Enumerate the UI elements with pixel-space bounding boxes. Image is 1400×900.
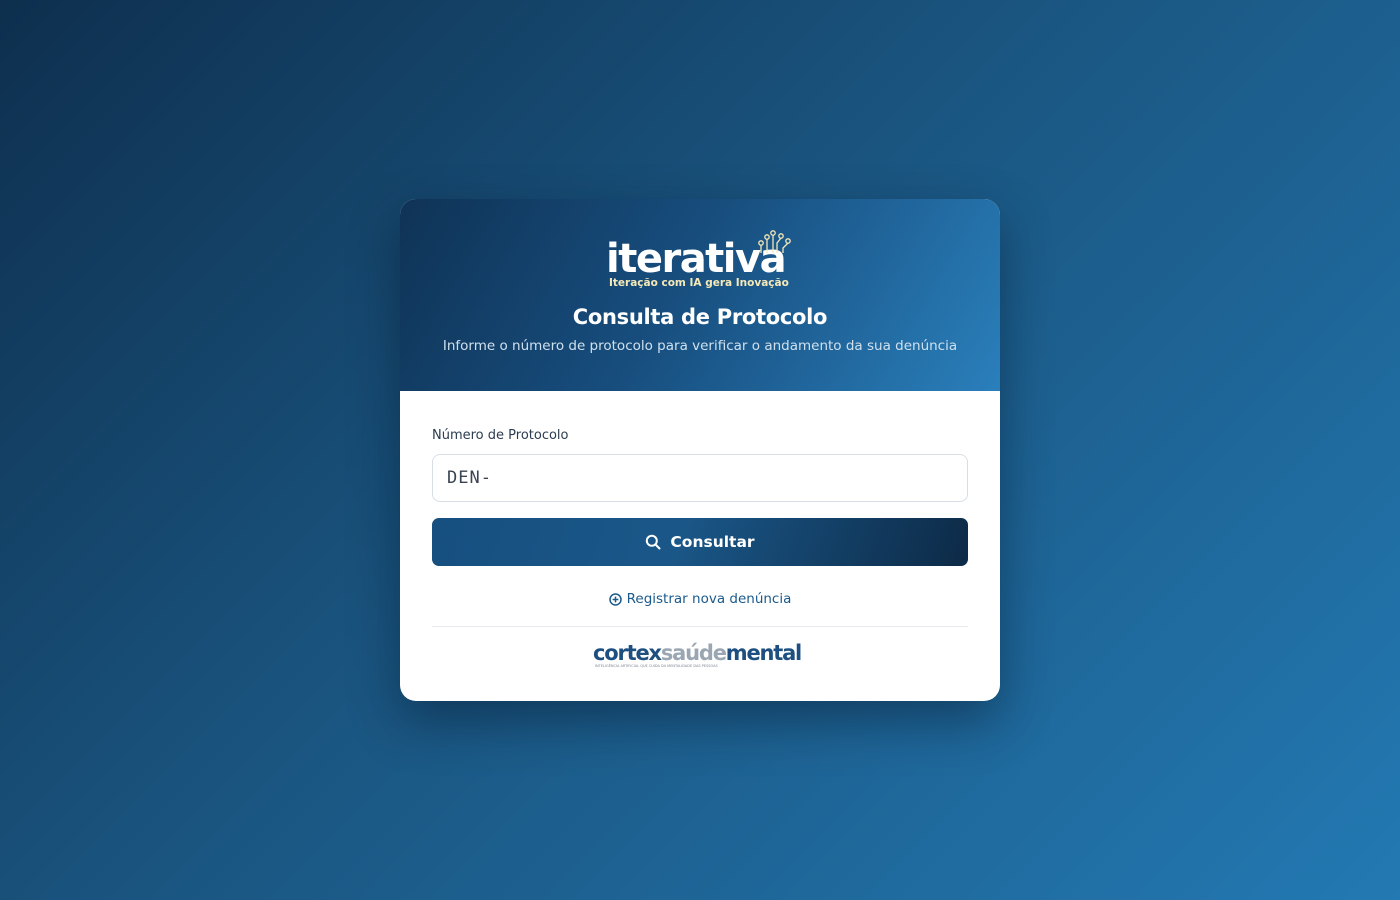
page-subtitle: Informe o número de protocolo para verif… <box>442 338 958 354</box>
new-report-label: Registrar nova denúncia <box>626 591 792 607</box>
divider <box>432 626 968 627</box>
circuit-icon <box>758 230 791 253</box>
iterativa-logo: iterativa Iteração com IA gera Inovação <box>400 229 1000 293</box>
protocol-card: iterativa Iteração com IA gera Inovação … <box>400 199 1000 701</box>
footer-logo-tagline: INTELIGÊNCIA ARTIFICIAL QUE CUIDA DA MEN… <box>595 664 718 668</box>
card-body: Número de Protocolo Consultar Registrar … <box>400 391 1000 701</box>
page-title: Consulta de Protocolo <box>572 305 828 329</box>
protocol-input[interactable] <box>432 454 968 502</box>
logo-tagline: Iteração com IA gera Inovação <box>609 277 789 289</box>
consult-button-label: Consultar <box>670 533 755 551</box>
new-report-link[interactable]: Registrar nova denúncia <box>400 591 1000 607</box>
footer-logo-part1: cortex <box>593 641 662 665</box>
cortex-saude-mental-logo: cortexsaúdemental INTELIGÊNCIA ARTIFICIA… <box>593 641 813 671</box>
footer-logo-part2: saúde <box>660 641 727 665</box>
protocol-label: Número de Protocolo <box>432 428 569 443</box>
search-icon <box>646 534 661 550</box>
footer-logo-wordmark: cortexsaúdemental <box>593 641 803 665</box>
consult-button[interactable]: Consultar <box>432 518 968 566</box>
plus-circle-icon <box>608 592 622 606</box>
card-header: iterativa Iteração com IA gera Inovação … <box>400 199 1000 391</box>
footer-logo-part3: mental <box>725 641 803 665</box>
